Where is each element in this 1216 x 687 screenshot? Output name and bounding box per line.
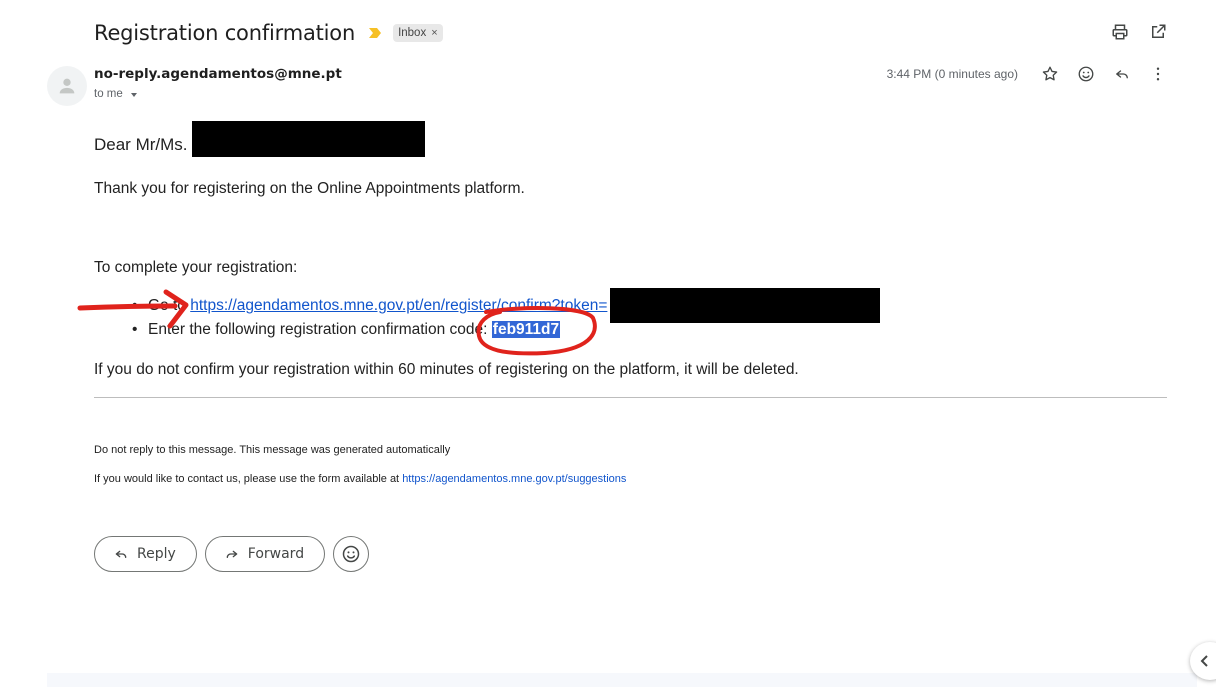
remove-label-button[interactable]: × (431, 27, 437, 39)
subject-row: Registration confirmation Inbox × (94, 18, 443, 48)
recipient-details-toggle[interactable]: to me (94, 88, 137, 100)
greeting: Dear Mr/Ms. (94, 135, 188, 154)
instructions-list: Go to https://agendamentos.mne.gov.pt/en… (130, 297, 607, 345)
deletion-notice: If you do not confirm your registration … (94, 361, 799, 378)
redacted-token-block (610, 288, 880, 323)
emoji-icon (342, 545, 360, 563)
inbox-label-chip: Inbox × (393, 24, 443, 42)
list-item: Enter the following registration confirm… (130, 321, 607, 345)
reply-icon[interactable] (1112, 64, 1132, 84)
bottom-panel-edge (47, 673, 1197, 687)
reply-button[interactable]: Reply (94, 536, 197, 572)
reply-actions: Reply Forward (94, 536, 370, 572)
chevron-left-icon (1200, 655, 1208, 667)
avatar-person-icon (59, 78, 75, 94)
sender-address[interactable]: no-reply.agendamentos@mne.pt (94, 66, 342, 82)
confirmation-code[interactable]: feb911d7 (491, 321, 561, 338)
complete-intro: To complete your registration: (94, 259, 298, 276)
open-in-new-window-icon[interactable] (1148, 22, 1168, 42)
contact-notice: If you would like to contact us, please … (94, 473, 626, 485)
confirm-link[interactable]: https://agendamentos.mne.gov.pt/en/regis… (190, 297, 607, 314)
thanks-paragraph: Thank you for registering on the Online … (94, 180, 525, 197)
forward-icon (226, 550, 238, 558)
forward-button[interactable]: Forward (204, 536, 326, 572)
chevron-down-icon (130, 93, 137, 97)
emoji-reaction-button[interactable] (333, 536, 370, 572)
no-reply-notice: Do not reply to this message. This messa… (94, 444, 451, 456)
star-icon[interactable] (1040, 64, 1060, 84)
bullet1-prefix: Go to (148, 297, 186, 314)
list-item: Go to https://agendamentos.mne.gov.pt/en… (130, 297, 607, 321)
forward-label: Forward (247, 546, 305, 562)
message-meta: 3:44 PM (0 minutes ago) (887, 64, 1168, 84)
reply-label: Reply (137, 546, 176, 562)
timestamp: 3:44 PM (0 minutes ago) (886, 67, 1018, 81)
avatar[interactable] (47, 66, 87, 106)
more-vert-icon[interactable] (1148, 64, 1168, 84)
email-subject: Registration confirmation (94, 21, 356, 45)
importance-marker-icon[interactable] (369, 28, 382, 38)
footer-divider (94, 397, 1167, 398)
recipient-label: to me (94, 88, 123, 100)
inbox-label: Inbox (398, 27, 427, 39)
suggestions-link[interactable]: https://agendamentos.mne.gov.pt/suggesti… (402, 473, 626, 485)
emoji-reaction-icon[interactable] (1076, 64, 1096, 84)
print-icon[interactable] (1110, 22, 1130, 42)
contact-prefix: If you would like to contact us, please … (94, 473, 400, 485)
redacted-name-block (192, 121, 425, 157)
bullet2-prefix: Enter the following registration confirm… (148, 321, 488, 338)
reply-icon (115, 550, 127, 558)
top-toolbar (1110, 22, 1168, 42)
